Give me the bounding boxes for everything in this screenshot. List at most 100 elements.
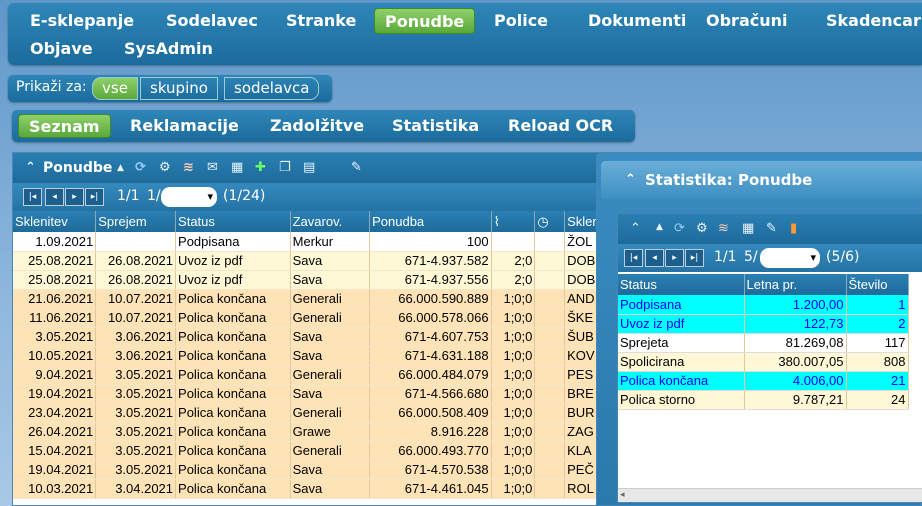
collapse-icon[interactable]: ⌃ (625, 161, 636, 199)
export-icon[interactable]: ▤ (303, 153, 315, 183)
nav-2[interactable]: Stranke (276, 8, 366, 34)
column-header[interactable]: Status (618, 274, 745, 295)
table-row[interactable]: 3.05.2021 3.06.2021 Polica končana Sava 671-… (13, 327, 611, 347)
nav-7[interactable]: Skadencar (816, 8, 922, 34)
table-cell: Polica končana (175, 479, 291, 499)
tab-reload-ocr[interactable]: Reload OCR (498, 114, 623, 138)
table-row[interactable]: 10.03.2021 3.04.2021 Polica končana Sava 671… (13, 479, 611, 499)
column-header[interactable]: Zavarov. (290, 211, 371, 232)
table-row[interactable]: Polica storno 9.787,21 24 (618, 390, 909, 410)
table-cell: 25.08.2021 (13, 251, 97, 271)
table-row[interactable]: Podpisana 1.200,00 1 (618, 295, 909, 315)
gear-icon[interactable]: ⚙ (696, 221, 708, 236)
sort-up-icon[interactable]: ▲ (656, 222, 663, 232)
filter-vse[interactable]: vse (92, 77, 138, 100)
column-header[interactable]: Ponudba (369, 211, 492, 232)
nav-4[interactable]: Police (484, 8, 558, 34)
column-header[interactable]: Sklenitev (13, 211, 97, 232)
table-row[interactable]: Polica končana 4.006,00 21 (618, 371, 909, 391)
first-page-icon[interactable]: |◂ (23, 188, 42, 206)
last-page-icon[interactable]: ▸| (685, 249, 704, 267)
table-cell: 671-4.461.045 (369, 479, 492, 499)
table-row[interactable]: 25.08.2021 26.08.2021 Uvoz iz pdf Sava 671-4… (13, 270, 611, 290)
column-header[interactable]: Letna pr. (744, 274, 847, 295)
chart-icon[interactable]: ≋ (183, 153, 194, 183)
last-page-icon[interactable]: ▸| (85, 188, 104, 206)
table-row[interactable]: 1.09.2021 Podpisana Merkur 100 ŽOL (13, 232, 611, 252)
collapse-icon[interactable]: ⌃ (25, 153, 36, 183)
scroll-left-icon[interactable]: ◂ (620, 490, 625, 500)
table-cell: Uvoz iz pdf (175, 251, 291, 271)
table-row[interactable]: 26.04.2021 3.05.2021 Polica končana Grawe 8.… (13, 422, 611, 442)
column-header[interactable]: ◷ (534, 211, 566, 232)
bar-chart-icon[interactable]: ▮ (790, 221, 797, 236)
nav-6[interactable]: Obračuni (696, 8, 798, 34)
column-header[interactable]: Število (846, 274, 909, 295)
nav-5[interactable]: Dokumenti (578, 8, 696, 34)
gear-icon[interactable]: ⚙ (159, 153, 171, 183)
add-icon[interactable]: ✚ (255, 153, 266, 183)
table-cell: 66.000.493.770 (369, 441, 492, 461)
attachment-icon: ⌇ (493, 213, 500, 229)
table-cell: 23.04.2021 (13, 403, 97, 423)
collapse-icon[interactable]: ⌃ (630, 221, 641, 236)
attachment-icon[interactable]: ✎ (351, 153, 362, 183)
column-header[interactable]: Status (175, 211, 291, 232)
nav-3[interactable]: Ponudbe (374, 8, 476, 34)
excel-icon[interactable]: ▦ (231, 153, 243, 183)
tab-seznam[interactable]: Seznam (18, 114, 111, 138)
tab-reklamacije[interactable]: Reklamacije (120, 114, 249, 138)
next-page-icon[interactable]: ▸ (665, 249, 684, 267)
nav-0[interactable]: E-sklepanje (20, 8, 144, 34)
table-row[interactable]: 15.04.2021 3.05.2021 Polica končana General… (13, 441, 611, 461)
prev-page-icon[interactable]: ◂ (645, 249, 664, 267)
table-row[interactable]: 19.04.2021 3.05.2021 Polica končana Sava 671… (13, 384, 611, 404)
first-page-icon[interactable]: |◂ (624, 249, 643, 267)
excel-icon[interactable]: ▦ (742, 221, 754, 236)
column-header[interactable]: Sprejem (95, 211, 177, 232)
table-cell: 3.05.2021 (95, 403, 177, 423)
filter-sodelavca[interactable]: sodelavca (224, 77, 320, 100)
table-row[interactable]: Spolicirana 380.007,05 808 (618, 352, 909, 372)
filter-skupino[interactable]: skupino (140, 77, 218, 100)
table-row[interactable]: 9.04.2021 3.05.2021 Polica končana Generali… (13, 365, 611, 385)
table-cell: Polica končana (175, 365, 291, 385)
table-cell: Polica končana (175, 422, 291, 442)
table-cell: Spolicirana (618, 352, 745, 372)
chart-icon[interactable]: ≋ (718, 221, 729, 236)
nav-1[interactable]: Sodelavec (156, 8, 268, 34)
horizontal-scrollbar[interactable]: ◂ (618, 488, 922, 502)
tab-zadolzitve[interactable]: Zadolžitve (260, 114, 374, 138)
refresh-icon[interactable]: ⟳ (135, 153, 146, 183)
table-row[interactable]: 25.08.2021 26.08.2021 Uvoz iz pdf Sava 671-4… (13, 251, 611, 271)
tab-statistika[interactable]: Statistika (382, 114, 489, 138)
next-page-icon[interactable]: ▸ (65, 188, 84, 206)
column-header[interactable]: ⌇ (491, 211, 536, 232)
mail-icon[interactable]: ✉ (207, 153, 218, 183)
page-select[interactable]: ▾ (760, 248, 820, 268)
prev-page-icon[interactable]: ◂ (45, 188, 64, 206)
edit-icon[interactable]: ✎ (766, 221, 777, 236)
sort-up-icon[interactable]: ▲ (117, 153, 124, 183)
table-cell: Sava (290, 479, 371, 499)
copy-icon[interactable]: ❐ (279, 153, 291, 183)
table-row[interactable]: 21.06.2021 10.07.2021 Polica končana Genera… (13, 289, 611, 309)
table-cell: 25.08.2021 (13, 270, 97, 290)
table-row[interactable]: 23.04.2021 3.05.2021 Polica končana General… (13, 403, 611, 423)
page-select[interactable]: ▾ (161, 187, 217, 207)
table-cell: 671-4.566.680 (369, 384, 492, 404)
table-row[interactable]: Sprejeta 81.269,08 117 (618, 333, 909, 353)
table-cell (534, 479, 566, 499)
table-row[interactable]: Uvoz iz pdf 122,73 2 (618, 314, 909, 334)
table-cell: Uvoz iz pdf (175, 270, 291, 290)
table-cell: 21.06.2021 (13, 289, 97, 309)
table-row[interactable]: 10.05.2021 3.06.2021 Polica končana Sava 671… (13, 346, 611, 366)
table-cell: 10.05.2021 (13, 346, 97, 366)
table-cell: 671-4.570.538 (369, 460, 492, 480)
nav-row2-0[interactable]: Objave (20, 36, 103, 62)
table-cell: 1.09.2021 (13, 232, 97, 252)
nav-row2-1[interactable]: SysAdmin (114, 36, 223, 62)
refresh-icon[interactable]: ⟳ (674, 221, 685, 236)
table-row[interactable]: 11.06.2021 10.07.2021 Polica končana Genera… (13, 308, 611, 328)
table-row[interactable]: 19.04.2021 3.05.2021 Polica končana Sava 671… (13, 460, 611, 480)
